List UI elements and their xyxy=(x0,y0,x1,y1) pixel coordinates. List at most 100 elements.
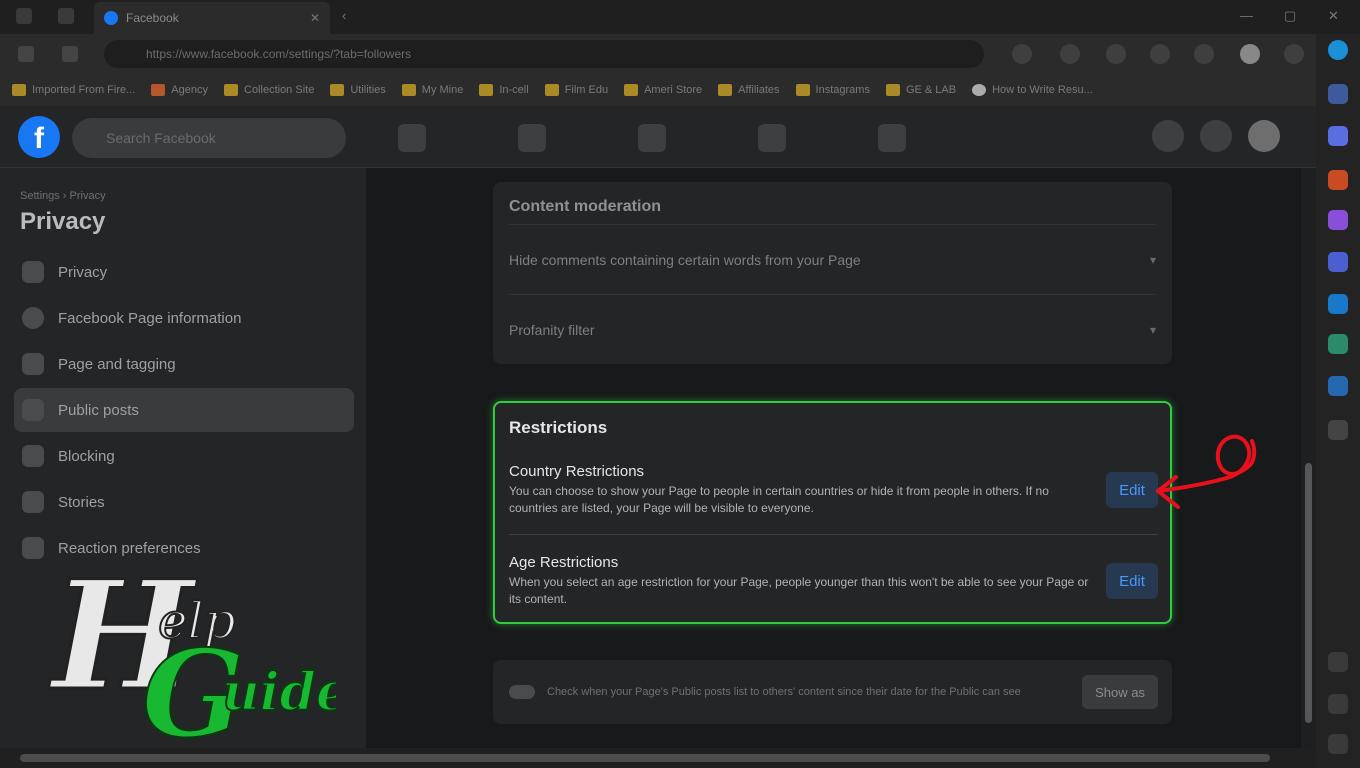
sidebar-item-blocking[interactable]: Blocking xyxy=(14,434,354,478)
tag-icon xyxy=(22,353,44,375)
close-window-icon[interactable]: ✕ xyxy=(1328,8,1339,24)
account-avatar[interactable] xyxy=(1248,120,1280,152)
show-as-button[interactable]: Show as xyxy=(1082,675,1158,709)
external-link-icon[interactable] xyxy=(1328,694,1348,714)
search-placeholder: Search Facebook xyxy=(106,130,216,146)
profanity-filter-row[interactable]: Profanity filter ▾ xyxy=(509,294,1156,364)
country-restrictions-row: Country Restrictions You can choose to s… xyxy=(509,463,1158,517)
bookmark-item[interactable]: How to Write Resu... xyxy=(972,84,1093,96)
globe-icon xyxy=(972,84,987,96)
annotation-arrow-icon xyxy=(1156,434,1257,509)
bookmark-item[interactable]: Ameri Store xyxy=(624,84,702,96)
menu-grid-icon[interactable] xyxy=(1152,120,1184,152)
age-restrictions-title: Age Restrictions xyxy=(509,554,619,571)
folder-icon xyxy=(795,84,810,96)
office-icon[interactable] xyxy=(1328,252,1348,272)
browser-sidebar xyxy=(1316,34,1360,768)
games-icon[interactable] xyxy=(1328,210,1348,230)
bookmark-item[interactable]: Film Edu xyxy=(544,84,608,96)
outlook-icon[interactable] xyxy=(1328,294,1348,314)
telegram-icon[interactable] xyxy=(1328,376,1348,396)
sidebar-item-page-and-tagging[interactable]: Page and tagging xyxy=(14,342,354,386)
posts-icon xyxy=(22,399,44,421)
split-screen-icon[interactable] xyxy=(1060,44,1080,64)
copilot-icon[interactable] xyxy=(1328,40,1348,60)
facebook-header: f Search Facebook xyxy=(0,106,1316,168)
url-text: https://www.facebook.com/settings/?tab=f… xyxy=(146,47,412,61)
collections-icon[interactable] xyxy=(1150,44,1170,64)
helpguider-watermark-logo: H elp G uider xyxy=(47,550,337,766)
scroll-thumb[interactable] xyxy=(1305,463,1312,723)
restrictions-title: Restrictions xyxy=(509,418,608,437)
bookmark-item[interactable]: Collection Site xyxy=(224,84,314,96)
settings-gear-icon[interactable] xyxy=(1328,734,1348,754)
bookmark-item[interactable]: GE & LAB xyxy=(885,84,956,96)
folder-icon xyxy=(12,84,26,96)
sidebar-item-stories[interactable]: Stories xyxy=(14,480,354,524)
add-app-icon[interactable] xyxy=(1328,420,1348,440)
folder-icon xyxy=(544,84,559,96)
age-restrictions-row: Age Restrictions When you select an age … xyxy=(509,554,1158,608)
extensions-puzzle-icon[interactable] xyxy=(1194,44,1214,64)
public-posts-text: Check when your Page's Public posts list… xyxy=(547,686,1021,698)
sidebar-item-public-posts[interactable]: Public posts xyxy=(14,388,354,432)
restrictions-card: Restrictions Country Restrictions You ca… xyxy=(493,401,1172,624)
more-menu-icon[interactable] xyxy=(1284,44,1304,64)
edit-age-restrictions-button[interactable]: Edit xyxy=(1106,563,1158,599)
content-moderation-card: Content moderation Hide comments contain… xyxy=(493,182,1172,364)
sidebar-item-privacy[interactable]: Privacy xyxy=(14,250,354,294)
chevron-down-icon: ▾ xyxy=(1149,322,1156,337)
folder-icon xyxy=(479,84,494,96)
bookmark-item[interactable]: In-cell xyxy=(479,84,529,96)
divider xyxy=(509,534,1158,535)
insights-icon[interactable] xyxy=(878,124,906,152)
marketplace-icon[interactable] xyxy=(638,124,666,152)
bookmark-item[interactable]: Agency xyxy=(151,84,208,96)
bookmark-item[interactable]: My Mine xyxy=(401,84,463,96)
bookmarks-bar: Imported From Fire... Agency Collection … xyxy=(0,74,1316,106)
content-moderation-heading: Content moderation xyxy=(509,198,661,215)
maximize-icon[interactable]: ▢ xyxy=(1284,8,1296,24)
watermark-word-uider: uider xyxy=(222,662,336,723)
new-tab-icon[interactable]: ‹ xyxy=(342,8,346,23)
tools-icon[interactable] xyxy=(1328,170,1348,190)
bookmark-item[interactable]: Instagrams xyxy=(795,84,870,96)
back-icon[interactable] xyxy=(18,46,34,62)
notifications-icon[interactable] xyxy=(1200,120,1232,152)
favorites-icon[interactable] xyxy=(1106,44,1126,64)
info-icon xyxy=(22,307,44,329)
pages-icon[interactable] xyxy=(518,124,546,152)
bookmark-item[interactable]: Affiliates xyxy=(718,84,780,96)
folder-icon xyxy=(401,84,416,96)
sidebar-item-page-information[interactable]: Facebook Page information xyxy=(14,296,354,340)
workspace-icon[interactable] xyxy=(16,8,32,24)
shopping-icon[interactable] xyxy=(1328,126,1348,146)
bookmark-item[interactable]: Utilities xyxy=(330,84,386,96)
close-tab-icon[interactable]: ✕ xyxy=(310,11,320,25)
tab-title: Facebook xyxy=(126,11,179,25)
facebook-search-input[interactable]: Search Facebook xyxy=(72,118,346,158)
folder-icon xyxy=(224,84,238,96)
ads-icon[interactable] xyxy=(758,124,786,152)
minimize-icon[interactable]: — xyxy=(1240,8,1253,23)
home-icon[interactable] xyxy=(398,124,426,152)
hide-comments-row[interactable]: Hide comments containing certain words f… xyxy=(509,224,1156,294)
folder-icon xyxy=(151,84,166,96)
browser-tab-bar: Facebook ✕ ‹ — ▢ ✕ xyxy=(0,0,1360,34)
tab-actions-icon[interactable] xyxy=(58,8,74,24)
screenshot-icon[interactable] xyxy=(1328,652,1348,672)
refresh-icon[interactable] xyxy=(62,46,78,62)
url-input[interactable]: https://www.facebook.com/settings/?tab=f… xyxy=(104,40,984,68)
age-restrictions-description: When you select an age restriction for y… xyxy=(509,575,1089,606)
vertical-scrollbar[interactable] xyxy=(1301,168,1316,748)
breadcrumb[interactable]: Settings › Privacy xyxy=(20,190,106,202)
extension-icon[interactable] xyxy=(1012,44,1032,64)
facebook-logo[interactable]: f xyxy=(18,116,60,158)
facebook-favicon-icon xyxy=(104,11,118,25)
search-icon[interactable] xyxy=(1328,84,1348,104)
profile-avatar-icon[interactable] xyxy=(1240,44,1260,64)
bookmark-item[interactable]: Imported From Fire... xyxy=(12,84,135,96)
browser-tab[interactable]: Facebook ✕ xyxy=(94,2,330,34)
toggle-switch[interactable] xyxy=(509,685,535,699)
drop-icon[interactable] xyxy=(1328,334,1348,354)
